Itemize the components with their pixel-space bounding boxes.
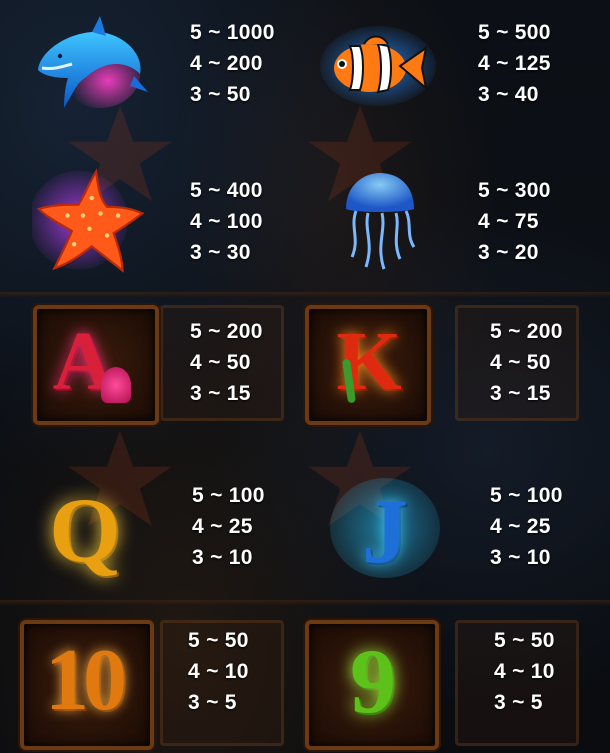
payout-5: 5 ~ 400 (190, 179, 263, 202)
payout-3: 3 ~ 15 (490, 382, 551, 405)
payout-list: 5 ~ 100 4 ~ 25 3 ~ 10 (490, 480, 563, 573)
payout-5: 5 ~ 100 (490, 484, 563, 507)
payout-list: 5 ~ 50 4 ~ 10 3 ~ 5 (188, 625, 249, 718)
payout-3: 3 ~ 30 (190, 241, 251, 264)
payout-5: 5 ~ 300 (478, 179, 551, 202)
payout-list: 5 ~ 400 4 ~ 100 3 ~ 30 (190, 175, 263, 268)
payout-4: 4 ~ 50 (190, 351, 251, 374)
payout-4: 4 ~ 25 (490, 515, 551, 538)
row-divider (0, 292, 610, 298)
clownfish-icon (320, 26, 436, 106)
payout-3: 3 ~ 10 (490, 546, 551, 569)
payout-3: 3 ~ 5 (188, 691, 237, 714)
payout-5: 5 ~ 1000 (190, 21, 275, 44)
payout-5: 5 ~ 200 (490, 320, 563, 343)
payout-5: 5 ~ 50 (188, 629, 249, 652)
coral-icon (101, 367, 131, 403)
payout-5: 5 ~ 500 (478, 21, 551, 44)
payout-4: 4 ~ 200 (190, 52, 263, 75)
payout-4: 4 ~ 25 (192, 515, 253, 538)
row-divider (0, 600, 610, 606)
number-10-icon: 10 (45, 632, 127, 729)
payout-list: 5 ~ 500 4 ~ 125 3 ~ 40 (478, 17, 551, 110)
payout-4: 4 ~ 100 (190, 210, 263, 233)
payout-3: 3 ~ 10 (192, 546, 253, 569)
letter-q-icon: Q (49, 479, 121, 581)
payout-3: 3 ~ 15 (190, 382, 251, 405)
payout-4: 4 ~ 50 (490, 351, 551, 374)
number-9-icon: 9 (350, 630, 396, 732)
payout-3: 3 ~ 50 (190, 83, 251, 106)
letter-k-icon: K (336, 315, 402, 408)
payout-list: 5 ~ 50 4 ~ 10 3 ~ 5 (494, 625, 555, 718)
letter-j-icon: J (362, 480, 408, 582)
payout-list: 5 ~ 100 4 ~ 25 3 ~ 10 (192, 480, 265, 573)
payout-list: 5 ~ 1000 4 ~ 200 3 ~ 50 (190, 17, 275, 110)
payout-5: 5 ~ 100 (192, 484, 265, 507)
payout-4: 4 ~ 75 (478, 210, 539, 233)
dolphin-icon (38, 16, 148, 109)
payout-4: 4 ~ 125 (478, 52, 551, 75)
starfish-icon (32, 168, 145, 273)
payout-3: 3 ~ 20 (478, 241, 539, 264)
payout-3: 3 ~ 40 (478, 83, 539, 106)
payout-4: 4 ~ 10 (188, 660, 249, 683)
payout-3: 3 ~ 5 (494, 691, 543, 714)
payout-5: 5 ~ 200 (190, 320, 263, 343)
payout-list: 5 ~ 200 4 ~ 50 3 ~ 15 (490, 316, 563, 409)
payout-4: 4 ~ 10 (494, 660, 555, 683)
payout-list: 5 ~ 300 4 ~ 75 3 ~ 20 (478, 175, 551, 268)
payout-list: 5 ~ 200 4 ~ 50 3 ~ 15 (190, 316, 263, 409)
letter-a-icon: A (33, 305, 159, 417)
payout-5: 5 ~ 50 (494, 629, 555, 652)
jellyfish-icon (346, 173, 416, 270)
